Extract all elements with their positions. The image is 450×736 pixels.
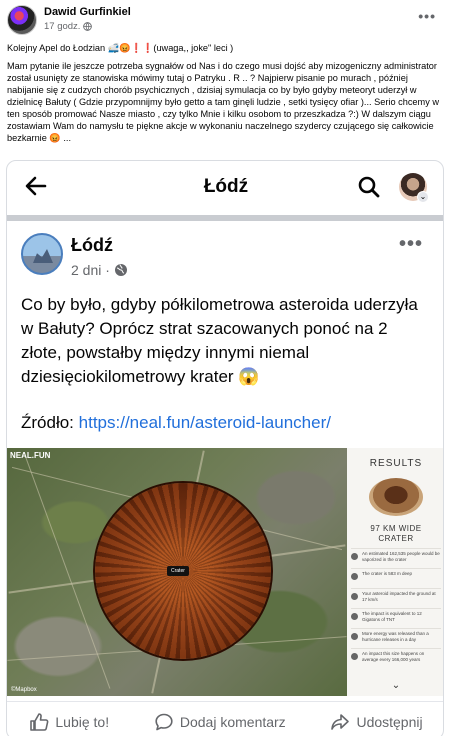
source-label: Źródło:: [21, 413, 79, 432]
result-row: Your asteroid impacted the ground at 17 …: [351, 588, 441, 605]
share-button[interactable]: Udostępnij: [330, 712, 423, 732]
embedded-screenshot: Łódź ⌄ Łódź 2 dni · ••• Co by było, gdyb…: [6, 160, 444, 736]
divider: [7, 215, 443, 221]
comment-label: Dodaj komentarz: [179, 713, 286, 730]
comment-button[interactable]: Dodaj komentarz: [154, 712, 286, 732]
results-panel: RESULTS 97 KM WIDE CRATER An estimated 1…: [347, 448, 443, 696]
author-name[interactable]: Dawid Gurfinkiel: [44, 6, 131, 18]
search-icon[interactable]: [357, 175, 381, 199]
explosion-icon: [351, 613, 358, 620]
embedded-post-body: Co by było, gdyby półkilometrowa asteroi…: [21, 295, 418, 386]
embedded-top-bar: Łódź ⌄: [7, 161, 443, 213]
result-row: More energy was released than a hurrican…: [351, 628, 441, 645]
share-icon: [331, 713, 350, 730]
people-icon: [351, 553, 358, 560]
hurricane-icon: [351, 633, 358, 640]
page-time[interactable]: 2 dni ·: [71, 262, 110, 278]
embedded-options-icon[interactable]: •••: [399, 233, 423, 256]
chevron-down-icon[interactable]: ⌄: [417, 191, 429, 203]
post-options-icon[interactable]: •••: [418, 8, 436, 24]
action-bar: Lubię to! Dodaj komentarz Udostępnij: [7, 701, 443, 736]
depth-icon: [351, 573, 358, 580]
post-header: Dawid Gurfinkiel 17 godz. •••: [0, 0, 450, 40]
results-heading: RESULTS: [369, 458, 423, 469]
share-label: Udostępnij: [356, 713, 423, 730]
source-line: Źródło: https://neal.fun/asteroid-launch…: [21, 413, 331, 433]
result-row: An impact this size happens on average e…: [351, 648, 441, 665]
page-name[interactable]: Łódź: [71, 235, 113, 256]
source-link[interactable]: https://neal.fun/asteroid-launcher/: [79, 413, 331, 432]
post-body: Mam pytanie ile jeszcze potrzeba sygnałó…: [7, 61, 439, 143]
chevron-down-icon[interactable]: ⌄: [347, 680, 443, 691]
clock-icon: [351, 653, 358, 660]
comment-icon: [155, 713, 173, 730]
like-label: Lubię to!: [55, 713, 110, 730]
page-meta: 2 dni ·: [71, 262, 128, 278]
page-avatar[interactable]: [21, 233, 63, 275]
globe-icon: [83, 22, 93, 31]
asteroid-map-image[interactable]: NEAL.FUN Crater ©Mapbox: [7, 448, 347, 696]
result-row: An estimated 162,535 people would be vap…: [351, 548, 441, 565]
post-meta: 17 godz.: [44, 21, 93, 32]
globe-icon: [114, 264, 127, 276]
map-logo: ©Mapbox: [11, 687, 37, 693]
crater-size: 97 KM WIDE: [370, 524, 422, 533]
post-title-line: Kolejny Apel do Łodzian 🚅😡❗❗(uwaga,, jok…: [7, 43, 234, 53]
crater-thumbnail: [369, 478, 423, 516]
like-button[interactable]: Lubię to!: [29, 712, 109, 732]
crater-word: CRATER: [378, 534, 414, 543]
result-row: The impact is equivalent to 12 Gigatons …: [351, 608, 441, 625]
thumbs-up-icon: [30, 712, 49, 731]
speed-icon: [351, 593, 358, 600]
crater-tag: Crater: [167, 566, 189, 576]
author-avatar[interactable]: [7, 5, 37, 35]
post-time[interactable]: 17 godz.: [44, 21, 80, 32]
site-label: NEAL.FUN: [10, 451, 51, 460]
result-row: The crater is 583 m deep: [351, 568, 441, 585]
